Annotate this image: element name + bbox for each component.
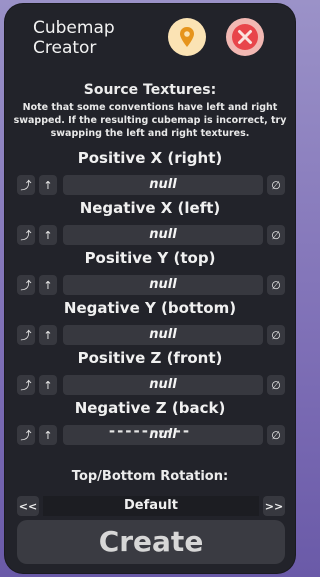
title-line-1: Cubemap [33,18,115,38]
texture-row-positive-y: ⤴ ↑ null ∅ [17,275,285,295]
texture-field[interactable]: null [63,275,263,295]
clear-button[interactable]: ∅ [267,275,285,295]
face-label-negative-y: Negative Y (bottom) [63,299,237,317]
assign-button[interactable]: ⤴ [17,275,35,295]
face-label-negative-x: Negative X (left) [79,199,221,217]
clear-button[interactable]: ∅ [267,375,285,395]
texture-field[interactable]: null [63,225,263,245]
clear-button[interactable]: ∅ [267,225,285,245]
divider: ---------- [108,422,192,440]
create-button[interactable]: Create [17,520,285,564]
assign-button[interactable]: ⤴ [17,175,35,195]
select-button[interactable]: ↑ [39,175,57,195]
texture-row-negative-x: ⤴ ↑ null ∅ [17,225,285,245]
rotation-next-button[interactable]: >> [263,496,285,516]
rotation-value: Default [43,496,259,516]
texture-row-positive-x: ⤴ ↑ null ∅ [17,175,285,195]
clear-button[interactable]: ∅ [267,175,285,195]
texture-field[interactable]: null [63,325,263,345]
assign-button[interactable]: ⤴ [17,375,35,395]
map-pin-icon [180,27,194,47]
face-label-positive-z: Positive Z (front) [77,349,223,367]
face-label-negative-z: Negative Z (back) [74,399,226,417]
cubemap-creator-panel: Cubemap Creator Source Textures: Note th… [5,4,295,573]
rotation-prev-button[interactable]: << [17,496,39,516]
face-label-positive-y: Positive Y (top) [84,249,216,267]
assign-button[interactable]: ⤴ [17,225,35,245]
clear-button[interactable]: ∅ [267,325,285,345]
title-line-2: Creator [33,38,97,58]
swap-note: Note that some conventions have left and… [13,102,287,139]
select-button[interactable]: ↑ [39,375,57,395]
select-button[interactable]: ↑ [39,325,57,345]
texture-field[interactable]: null [63,375,263,395]
texture-row-negative-y: ⤴ ↑ null ∅ [17,325,285,345]
assign-button[interactable]: ⤴ [17,325,35,345]
select-button[interactable]: ↑ [39,275,57,295]
source-textures-heading: Source Textures: [83,82,217,98]
rotation-label: Top/Bottom Rotation: [71,469,229,484]
close-icon [232,24,258,50]
texture-row-positive-z: ⤴ ↑ null ∅ [17,375,285,395]
close-button[interactable] [226,18,264,56]
face-label-positive-x: Positive X (right) [77,149,223,167]
window-title: Cubemap Creator [33,18,153,58]
texture-field[interactable]: null [63,175,263,195]
select-button[interactable]: ↑ [39,225,57,245]
rotation-selector: << Default >> [17,496,285,516]
pin-button[interactable] [168,18,206,56]
